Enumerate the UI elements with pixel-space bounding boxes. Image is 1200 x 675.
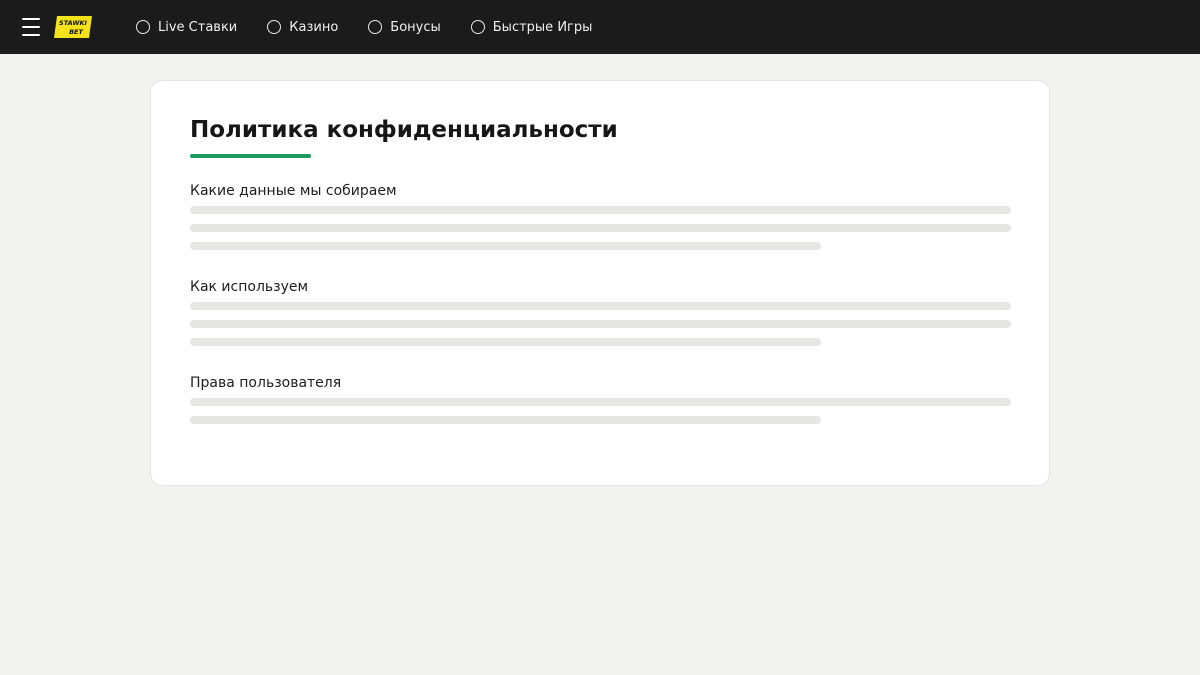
stawki-bet-logo[interactable]: STAWKI BET: [54, 16, 92, 38]
top-navigation-bar: STAWKI BET Live Ставки Казино Бонусы Быс…: [0, 0, 1200, 54]
main-nav: Live Ставки Казино Бонусы Быстрые Игры: [136, 0, 622, 54]
nav-item-label: Live Ставки: [158, 19, 238, 35]
nav-item-label: Казино: [289, 19, 339, 35]
text-placeholder-line: [190, 416, 821, 424]
section-heading-how-used: Как используем: [190, 279, 309, 295]
text-placeholder-line: [190, 320, 1011, 328]
nav-item-live-bets[interactable]: Live Ставки: [136, 20, 237, 35]
text-placeholder-line: [190, 302, 1011, 310]
radio-circle-icon: [368, 20, 383, 34]
section-heading-data-collected: Какие данные мы собираем: [190, 183, 397, 199]
nav-item-label: Быстрые Игры: [492, 19, 593, 35]
page-title: Политика конфиденциальности: [190, 117, 618, 143]
text-placeholder-line: [190, 242, 821, 250]
nav-item-label: Бонусы: [390, 19, 441, 35]
svg-text:STAWKI: STAWKI: [59, 19, 87, 27]
hamburger-menu-icon[interactable]: [22, 18, 40, 36]
section-heading-user-rights: Права пользователя: [190, 375, 342, 391]
svg-text:BET: BET: [69, 28, 83, 36]
nav-item-bonuses[interactable]: Бонусы: [368, 19, 441, 35]
text-placeholder-line: [190, 224, 1011, 232]
privacy-policy-card: Политика конфиденциальности Какие данные…: [150, 80, 1050, 486]
nav-item-quick-games[interactable]: Быстрые Игры: [470, 19, 593, 35]
radio-circle-icon: [470, 20, 485, 34]
radio-circle-icon: [267, 20, 282, 34]
radio-circle-icon: [136, 20, 150, 34]
text-placeholder-line: [190, 338, 821, 346]
text-placeholder-line: [190, 398, 1011, 406]
nav-item-casino[interactable]: Казино: [267, 20, 338, 35]
text-placeholder-line: [190, 206, 1011, 214]
title-accent-underline: [190, 154, 311, 158]
